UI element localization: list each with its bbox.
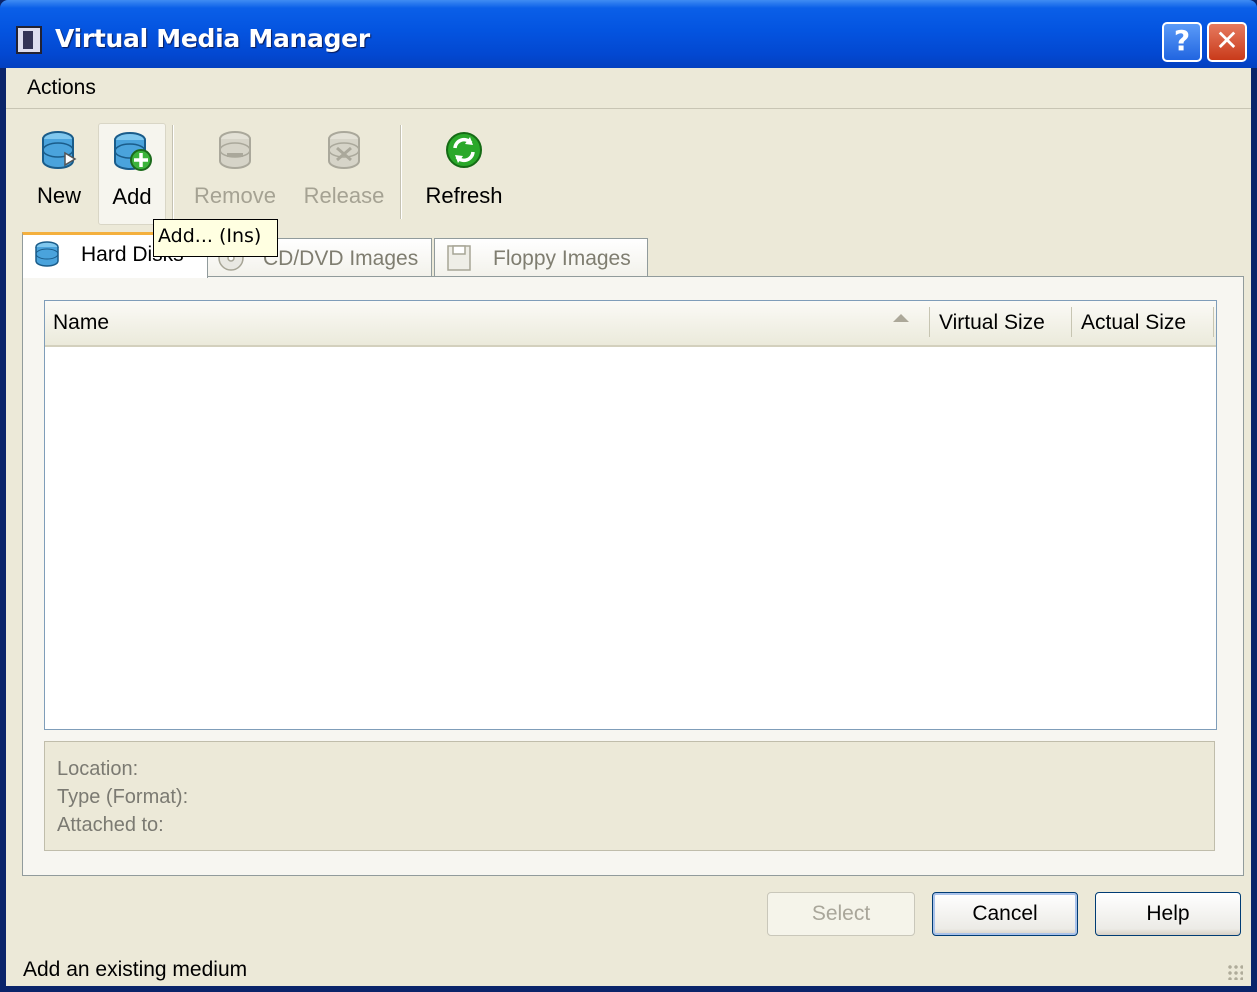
virtual-media-manager-window: Virtual Media Manager ? ✕ Actions New Ad… (0, 0, 1257, 992)
remove-label: Remove (194, 183, 276, 208)
release-label: Release (303, 183, 385, 208)
window-title: Virtual Media Manager (55, 24, 370, 53)
remove-button[interactable]: Remove (188, 123, 282, 225)
release-button[interactable]: Release (296, 123, 392, 225)
toolbar-separator (400, 125, 402, 219)
toolbar: New Add Remove Release Refresh (6, 109, 1251, 227)
add-tooltip: Add... (Ins) (153, 219, 278, 257)
hard-disk-icon (35, 241, 59, 267)
sort-ascending-icon (893, 314, 909, 322)
floppy-icon (447, 245, 471, 271)
new-label: New (36, 183, 81, 208)
help-button[interactable]: Help (1095, 892, 1241, 936)
attached-to-label: Attached to: (57, 814, 164, 836)
release-disk-icon (328, 131, 360, 169)
column-name[interactable]: Name (53, 311, 109, 335)
help-title-button[interactable]: ? (1162, 22, 1202, 62)
select-button[interactable]: Select (767, 892, 915, 936)
tab-floppy-images[interactable]: Floppy Images (434, 238, 648, 278)
medium-details-box: Location: Type (Format): Attached to: (44, 741, 1215, 851)
resize-grip-icon[interactable] (1227, 964, 1243, 980)
column-virtual-size[interactable]: Virtual Size (939, 311, 1045, 335)
refresh-icon (446, 132, 482, 168)
toolbar-separator (172, 125, 174, 219)
add-button[interactable]: Add (98, 123, 166, 225)
menu-actions[interactable]: Actions (27, 76, 96, 100)
new-disk-icon (42, 131, 77, 169)
status-bar: Add an existing medium (6, 954, 1251, 986)
title-bar[interactable]: Virtual Media Manager ? ✕ (0, 0, 1257, 68)
refresh-label: Refresh (425, 183, 503, 208)
close-button[interactable]: ✕ (1207, 22, 1247, 62)
add-label: Add (112, 184, 152, 209)
remove-disk-icon (219, 131, 251, 169)
media-table[interactable]: Name Virtual Size Actual Size (44, 300, 1217, 730)
refresh-button[interactable]: Refresh (416, 123, 512, 225)
add-disk-icon (114, 132, 152, 171)
status-text: Add an existing medium (23, 958, 248, 981)
type-format-label: Type (Format): (57, 786, 189, 808)
column-actual-size[interactable]: Actual Size (1081, 311, 1186, 335)
location-label: Location: (57, 758, 139, 780)
table-header: Name Virtual Size Actual Size (45, 301, 1216, 347)
new-button[interactable]: New (28, 123, 90, 225)
cancel-button[interactable]: Cancel (932, 892, 1078, 936)
tab-floppy-images-label: Floppy Images (493, 247, 631, 270)
menu-bar: Actions (6, 68, 1251, 109)
tab-cd-dvd-images-label: CD/DVD Images (263, 247, 419, 270)
dialog-client-area: Actions New Add Remove Release Refresh H… (6, 68, 1251, 986)
app-icon (16, 26, 42, 54)
